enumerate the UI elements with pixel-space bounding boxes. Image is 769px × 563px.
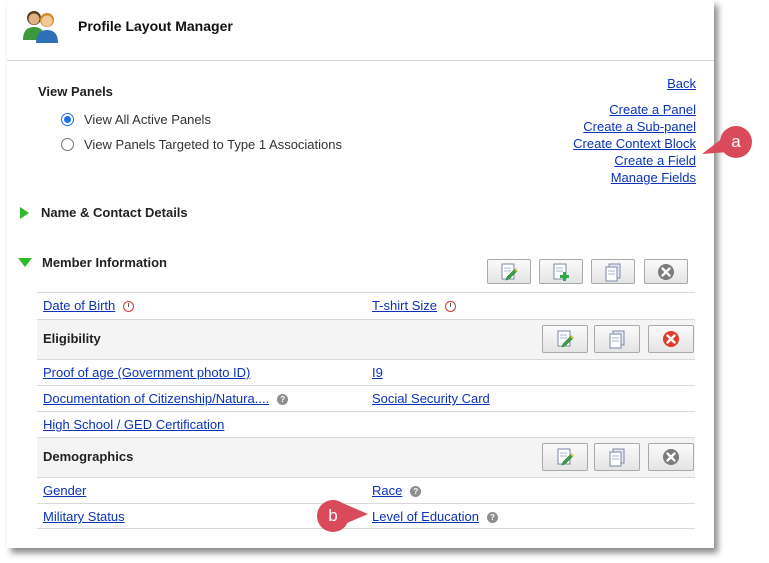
table-row: Date of Birth T-shirt Size: [37, 292, 695, 319]
table-row: Proof of age (Government photo ID) I9: [37, 359, 695, 385]
race-link[interactable]: Race: [372, 483, 402, 498]
gender-link[interactable]: Gender: [43, 483, 86, 498]
create-context-block-link[interactable]: Create Context Block: [573, 135, 696, 152]
social-security-card-link[interactable]: Social Security Card: [372, 391, 490, 406]
copy-icon: [609, 448, 625, 467]
copy-icon: [609, 330, 625, 349]
date-of-birth-link[interactable]: Date of Birth: [43, 298, 115, 313]
military-status-link[interactable]: Military Status: [43, 509, 125, 524]
help-icon[interactable]: ?: [277, 394, 289, 406]
edit-icon: [557, 448, 574, 466]
radio-view-targeted[interactable]: View Panels Targeted to Type 1 Associati…: [61, 137, 342, 152]
help-icon[interactable]: ?: [410, 486, 422, 498]
clock-icon: [445, 301, 457, 313]
radio-label: View All Active Panels: [84, 112, 211, 127]
add-subpanel-button[interactable]: [539, 259, 583, 284]
create-field-link[interactable]: Create a Field: [573, 152, 696, 169]
field-cell: Proof of age (Government photo ID): [43, 365, 250, 380]
edit-icon: [501, 263, 518, 280]
table-row: High School / GED Certification: [37, 411, 695, 437]
create-subpanel-link[interactable]: Create a Sub-panel: [573, 118, 696, 135]
section-name-contact[interactable]: Name & Contact Details: [17, 205, 188, 220]
callout-label: b: [328, 506, 338, 525]
manage-fields-link[interactable]: Manage Fields: [573, 169, 696, 186]
copy-panel-button[interactable]: [591, 259, 635, 284]
documentation-citizenship-link[interactable]: Documentation of Citizenship/Natura....: [43, 391, 269, 406]
delete-subpanel-button[interactable]: [648, 325, 694, 353]
field-cell: Documentation of Citizenship/Natura....?: [43, 391, 289, 406]
high-school-ged-link[interactable]: High School / GED Certification: [43, 417, 224, 432]
field-cell: Race?: [372, 483, 422, 498]
copy-subpanel-button[interactable]: [594, 325, 640, 353]
subpanel-title: Demographics: [43, 449, 134, 464]
edit-subpanel-button[interactable]: [542, 443, 588, 471]
copy-icon: [605, 263, 621, 281]
section-member-info[interactable]: Member Information: [17, 255, 167, 270]
help-icon[interactable]: ?: [486, 512, 498, 524]
back-link[interactable]: Back: [573, 75, 696, 92]
create-panel-link[interactable]: Create a Panel: [573, 101, 696, 118]
field-cell: Military Status: [43, 509, 125, 524]
level-of-education-link[interactable]: Level of Education: [372, 509, 479, 524]
field-cell: I9: [372, 365, 383, 380]
proof-of-age-link[interactable]: Proof of age (Government photo ID): [43, 365, 250, 380]
add-page-icon: [553, 263, 569, 281]
edit-icon: [557, 330, 574, 348]
tshirt-size-link[interactable]: T-shirt Size: [372, 298, 437, 313]
section-title: Name & Contact Details: [41, 205, 188, 220]
view-panels-heading: View Panels: [38, 84, 113, 99]
section-title: Member Information: [42, 255, 167, 270]
radio-view-all[interactable]: View All Active Panels: [61, 112, 211, 127]
table-row: Documentation of Citizenship/Natura....?…: [37, 385, 695, 411]
field-cell: Date of Birth: [43, 298, 135, 313]
radio-button-checked[interactable]: [61, 113, 74, 126]
callout-a: a: [720, 126, 752, 158]
edit-panel-button[interactable]: [487, 259, 531, 284]
action-links: Back Create a Panel Create a Sub-panel C…: [573, 75, 696, 186]
delete-icon: [663, 331, 679, 347]
clock-icon: [123, 301, 135, 313]
copy-subpanel-button[interactable]: [594, 443, 640, 471]
table-bottom-border: [37, 528, 695, 529]
radio-label: View Panels Targeted to Type 1 Associati…: [84, 137, 343, 152]
field-cell: Social Security Card: [372, 391, 490, 406]
collapse-arrow-icon[interactable]: [18, 258, 32, 267]
radio-button[interactable]: [61, 138, 74, 151]
expand-arrow-icon[interactable]: [20, 206, 29, 219]
edit-subpanel-button[interactable]: [542, 325, 588, 353]
field-cell: Level of Education?: [372, 509, 498, 524]
callout-label: a: [731, 132, 741, 151]
page-title: Profile Layout Manager: [78, 18, 233, 34]
header: Profile Layout Manager: [7, 0, 714, 61]
i9-link[interactable]: I9: [372, 365, 383, 380]
delete-panel-button-disabled[interactable]: [644, 259, 688, 284]
profile-layout-window: Profile Layout Manager View Panels View …: [7, 0, 714, 548]
subpanel-title: Eligibility: [43, 331, 101, 346]
delete-icon: [663, 449, 679, 465]
delete-icon: [658, 263, 674, 280]
field-cell: High School / GED Certification: [43, 417, 224, 432]
field-cell: Gender: [43, 483, 86, 498]
callout-b: b: [317, 500, 349, 532]
field-cell: T-shirt Size: [372, 298, 457, 313]
delete-subpanel-button-disabled[interactable]: [648, 443, 694, 471]
users-icon: [23, 11, 58, 43]
